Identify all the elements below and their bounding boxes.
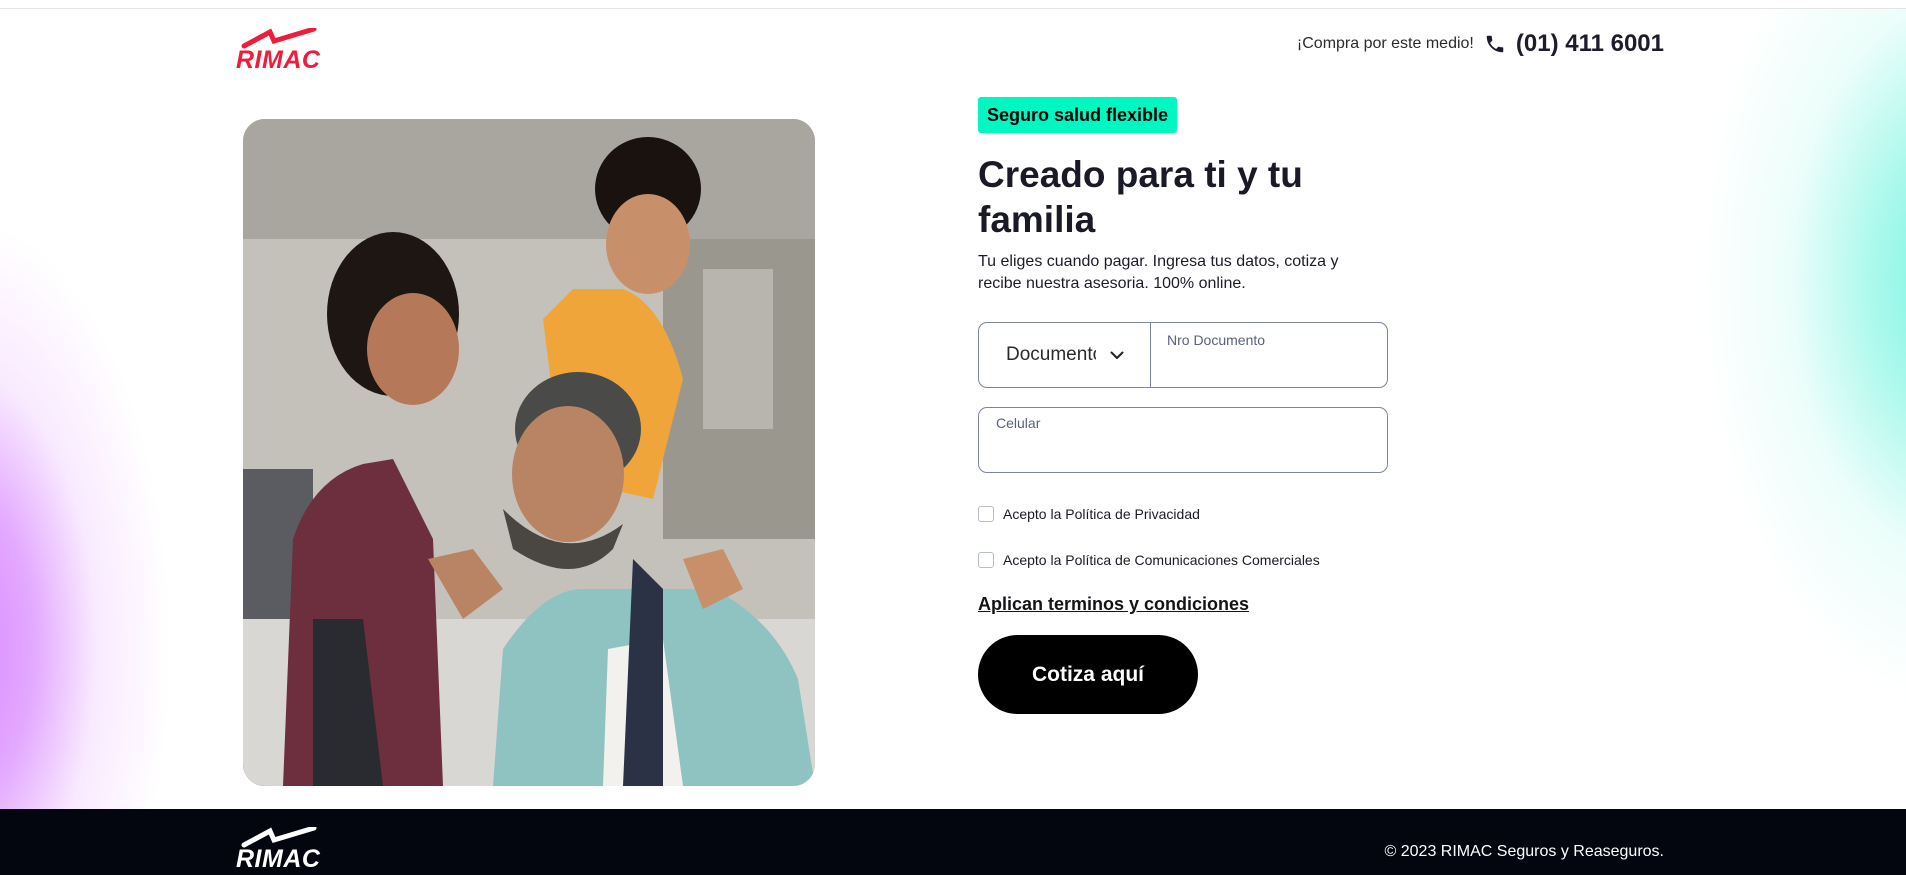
phone-field[interactable]: Celular <box>978 407 1388 473</box>
phone-label: Celular <box>996 415 1041 431</box>
browser-top-line <box>0 0 1906 9</box>
communications-consent: Acepto la Política de Comunicaciones Com… <box>978 552 1320 568</box>
family-photo <box>243 119 815 786</box>
communications-checkbox[interactable] <box>978 552 994 568</box>
page-title: Creado para ti y tu familia <box>978 154 1303 240</box>
terms-link[interactable]: Aplican terminos y condiciones <box>978 594 1249 615</box>
document-number-field[interactable]: Nro Documento <box>1151 323 1387 387</box>
document-number-label: Nro Documento <box>1167 332 1266 348</box>
quote-button[interactable]: Cotiza aquí <box>978 635 1198 714</box>
footer: RIMAC © 2023 RIMAC Seguros y Reaseguros. <box>0 809 1906 875</box>
footer-logo-text: RIMAC <box>236 845 321 873</box>
document-type-select[interactable]: Documento <box>979 323 1151 387</box>
page-subtitle: Tu eliges cuando pagar. Ingresa tus dato… <box>978 253 1339 292</box>
privacy-consent: Acepto la Política de Privacidad <box>978 506 1200 522</box>
document-type-value: Documento <box>1006 344 1096 365</box>
contact-info: ¡Compra por este medio! (01) 411 6001 <box>1297 30 1664 58</box>
logo-text: RIMAC <box>236 46 321 74</box>
contact-text: ¡Compra por este medio! <box>1296 35 1474 52</box>
phone-icon <box>1486 35 1504 53</box>
header-logo[interactable]: RIMAC <box>236 28 320 73</box>
communications-label: Acepto la Política de Comunicaciones Com… <box>1003 552 1320 568</box>
copyright-text: © 2023 RIMAC Seguros y Reaseguros. <box>1384 843 1664 860</box>
phone-number[interactable]: (01) 411 6001 <box>1516 30 1664 58</box>
privacy-label: Acepto la Política de Privacidad <box>1003 506 1200 522</box>
document-input-group: Documento Nro Documento <box>978 322 1388 388</box>
chevron-down-icon <box>1110 351 1124 359</box>
footer-logo[interactable]: RIMAC <box>236 827 320 872</box>
privacy-checkbox[interactable] <box>978 506 994 522</box>
product-badge: Seguro salud flexible <box>978 97 1178 133</box>
